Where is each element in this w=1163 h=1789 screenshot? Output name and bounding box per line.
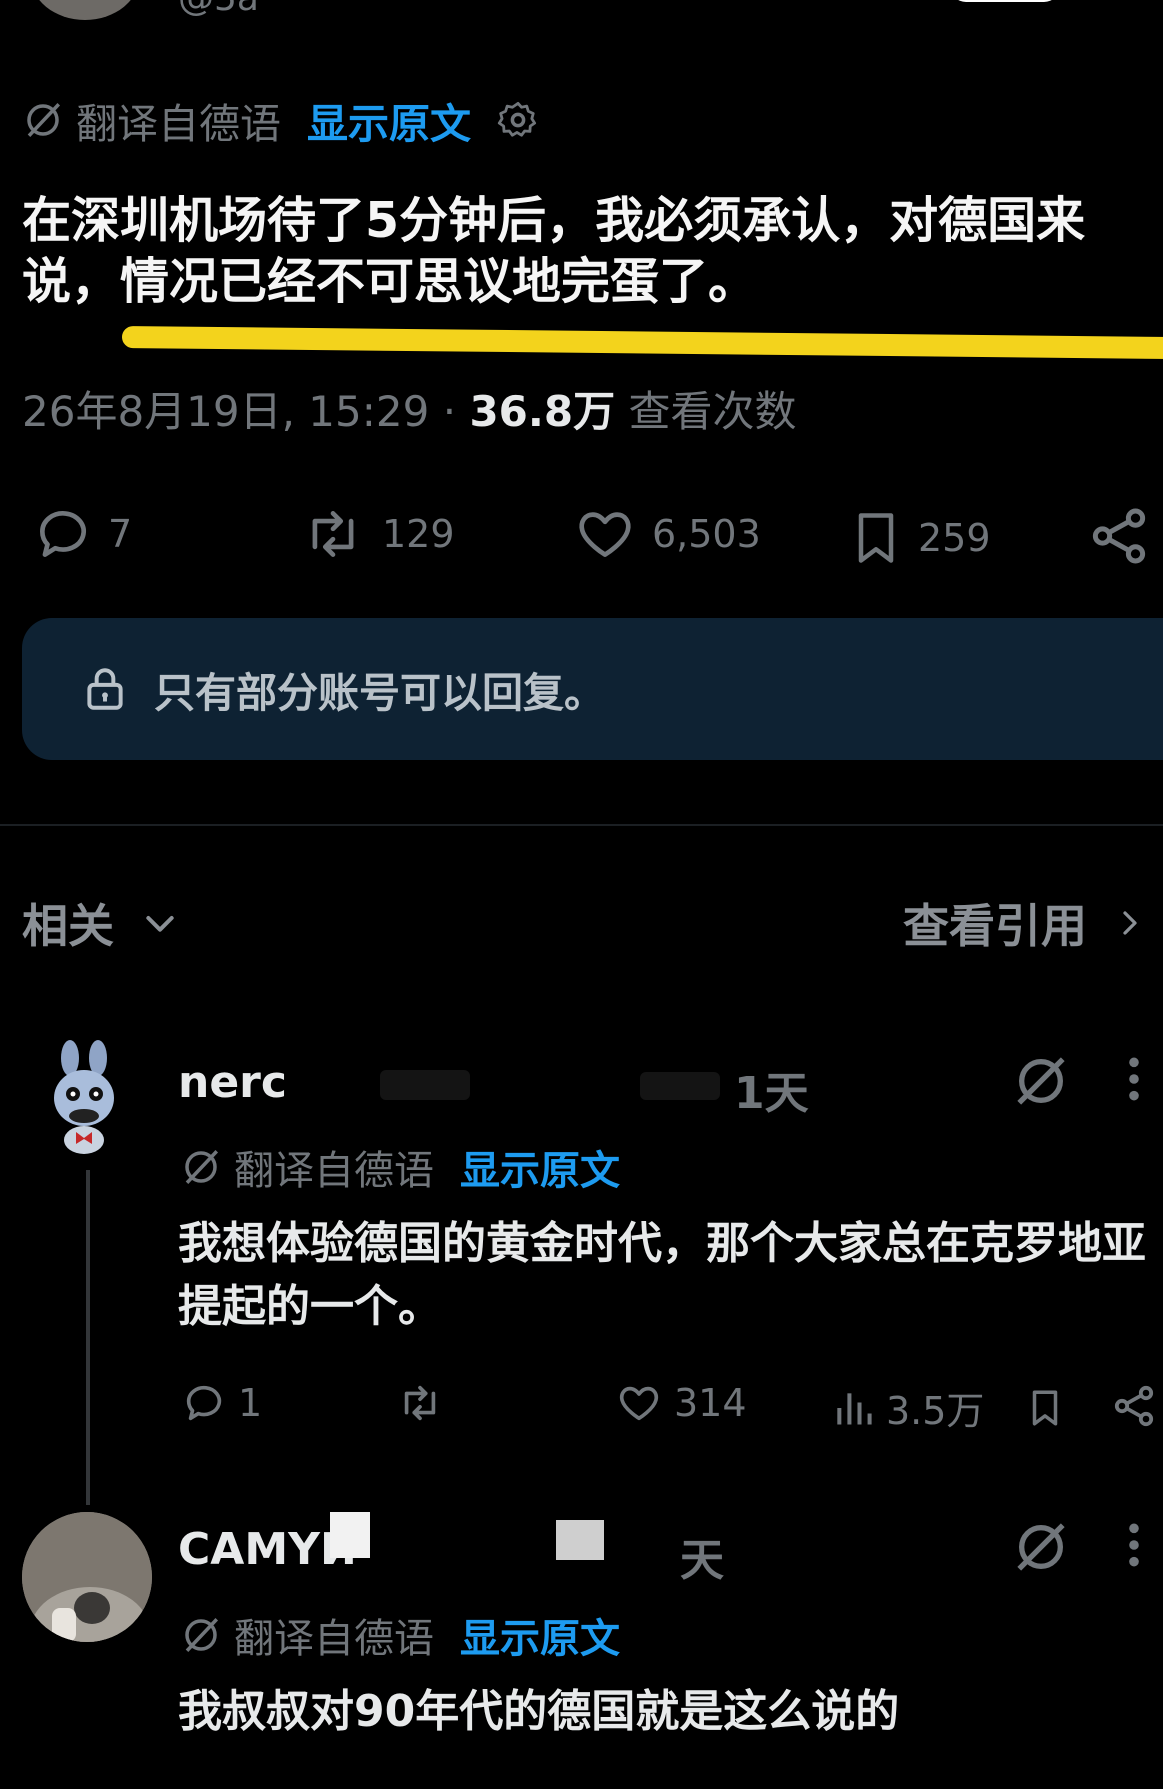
like-button[interactable]: 6,503 — [570, 503, 761, 565]
translate-icon — [22, 99, 64, 141]
reply-count: 7 — [108, 512, 133, 556]
chevron-right-icon — [1115, 902, 1145, 944]
share-icon[interactable] — [1086, 503, 1152, 569]
reply-translation-row: 翻译自德语 显示原文 — [180, 1138, 620, 1196]
more-options-icon[interactable] — [1122, 1054, 1146, 1104]
thread-connector-line — [86, 1170, 90, 1505]
yellow-highlight-underline — [121, 326, 1163, 360]
bookmark-button[interactable]: 259 — [846, 503, 991, 573]
related-label: 相关 — [22, 899, 114, 953]
translate-icon — [180, 1146, 222, 1188]
analytics-icon — [832, 1385, 876, 1431]
like-count: 6,503 — [652, 512, 761, 556]
translated-from-label: 翻译自德语 — [234, 1616, 434, 1662]
retweet-icon — [296, 503, 370, 565]
settings-gear-icon[interactable] — [497, 99, 539, 141]
reply-like-button[interactable]: 314 — [614, 1380, 747, 1426]
heart-icon — [614, 1380, 664, 1426]
reply-avatar[interactable] — [40, 1040, 126, 1170]
reply-restriction-banner: 只有部分账号可以回复。 — [22, 618, 1163, 760]
reply-reply-button[interactable]: 1 — [180, 1380, 262, 1426]
lock-icon — [80, 661, 130, 717]
view-quotes-label: 查看引用 — [903, 899, 1087, 953]
blurred-handle — [380, 1070, 470, 1100]
blurred-handle — [330, 1512, 370, 1558]
reply-views-button[interactable]: 3.5万 — [832, 1380, 984, 1435]
heart-icon — [570, 503, 640, 565]
retweet-button[interactable]: 129 — [296, 503, 455, 565]
reply-bookmark-icon[interactable] — [1024, 1384, 1066, 1432]
grok-icon[interactable] — [1012, 1518, 1070, 1576]
show-original-link[interactable]: 显示原文 — [307, 90, 471, 150]
author-avatar[interactable] — [30, 0, 140, 20]
reply-view-count: 3.5万 — [886, 1389, 985, 1433]
bookmark-count: 259 — [918, 516, 991, 560]
view-count: 36.8万 — [469, 387, 616, 436]
reply-time: 天 — [680, 1535, 724, 1586]
blurred-handle — [640, 1072, 720, 1100]
tweet-date: 26年8月19日, 15:29 — [22, 387, 430, 436]
bookmark-icon — [846, 503, 906, 573]
reply-like-count: 314 — [674, 1381, 747, 1425]
reply-button[interactable]: 7 — [30, 503, 132, 565]
view-count-label: 查看次数 — [628, 387, 797, 436]
author-handle[interactable]: @5a — [178, 0, 259, 19]
translated-from-label: 翻译自德语 — [234, 1148, 434, 1194]
section-divider — [0, 824, 1163, 826]
related-dropdown[interactable]: 相关 — [22, 890, 180, 956]
follow-button[interactable] — [950, 0, 1060, 2]
retweet-icon — [392, 1380, 448, 1426]
blurred-handle — [556, 1520, 604, 1560]
show-original-link[interactable]: 显示原文 — [460, 1138, 620, 1196]
chevron-down-icon — [140, 903, 180, 943]
reply-text: 我想体验德国的黄金时代，那个大家总在克罗地亚提起的一个。 — [178, 1218, 1146, 1332]
reply-username[interactable]: nerc — [178, 1057, 287, 1108]
reply-retweet-button[interactable] — [392, 1380, 448, 1426]
reply-translation-row: 翻译自德语 显示原文 — [180, 1606, 620, 1664]
reply-restriction-text: 只有部分账号可以回复。 — [154, 669, 605, 717]
reply-time: 1天 — [734, 1068, 809, 1119]
meta-separator: · — [442, 387, 457, 436]
grok-icon[interactable] — [1012, 1052, 1070, 1110]
retweet-count: 129 — [382, 512, 455, 556]
reply-reply-count: 1 — [238, 1381, 263, 1425]
translate-icon — [180, 1614, 222, 1656]
reply-avatar[interactable] — [22, 1512, 152, 1642]
translated-from-label: 翻译自德语 — [76, 100, 281, 148]
show-original-link[interactable]: 显示原文 — [460, 1606, 620, 1664]
tweet-meta: 26年8月19日, 15:29 · 36.8万 查看次数 — [22, 378, 796, 439]
reply-icon — [180, 1380, 228, 1426]
reply-text: 我叔叔对90年代的德国就是这么说的 — [178, 1686, 900, 1737]
view-quotes-link[interactable]: 查看引用 — [903, 890, 1145, 956]
more-options-icon[interactable] — [1122, 1520, 1146, 1570]
reply-share-icon[interactable] — [1110, 1382, 1158, 1430]
reply-icon — [30, 503, 96, 565]
translation-row: 翻译自德语 显示原文 — [22, 90, 539, 150]
tweet-text: 在深圳机场待了5分钟后，我必须承认，对德国来说，情况已经不可思议地完蛋了。 — [22, 192, 1086, 310]
